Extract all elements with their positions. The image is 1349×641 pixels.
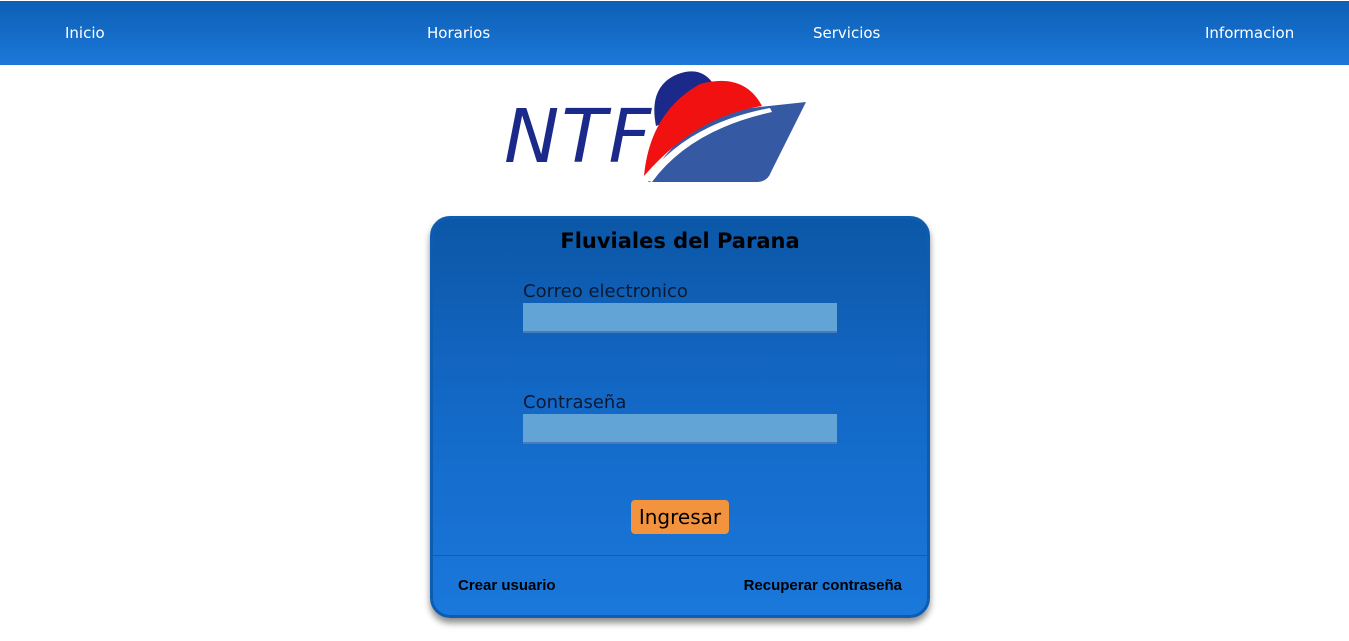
recover-password-link[interactable]: Recuperar contraseña bbox=[744, 577, 902, 594]
ntf-logo: NTF bbox=[500, 68, 810, 186]
nav-link-horarios[interactable]: Horarios bbox=[427, 1, 490, 65]
login-card: Fluviales del Parana Correo electronico … bbox=[430, 216, 930, 618]
card-divider bbox=[433, 555, 927, 556]
create-user-link[interactable]: Crear usuario bbox=[458, 577, 556, 594]
nav-link-servicios[interactable]: Servicios bbox=[813, 1, 880, 65]
card-title: Fluviales del Parana bbox=[560, 229, 800, 253]
login-button[interactable]: Ingresar bbox=[631, 500, 729, 534]
nav-link-informacion[interactable]: Informacion bbox=[1205, 1, 1294, 65]
password-label: Contraseña bbox=[523, 392, 627, 413]
nav-link-inicio[interactable]: Inicio bbox=[65, 1, 105, 65]
email-label: Correo electronico bbox=[523, 281, 688, 302]
logo-text: NTF bbox=[504, 94, 653, 180]
top-navbar: Inicio Horarios Servicios Informacion bbox=[0, 1, 1349, 65]
password-input[interactable] bbox=[523, 414, 837, 444]
email-input[interactable] bbox=[523, 303, 837, 333]
ship-logo-icon: NTF bbox=[504, 71, 806, 182]
